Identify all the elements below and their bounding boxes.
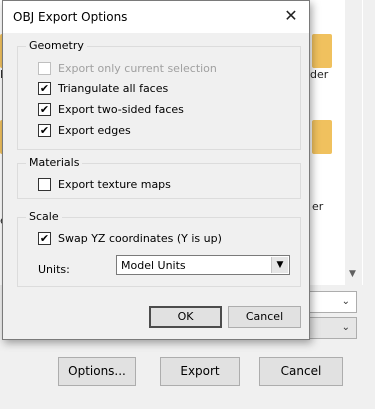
scroll-down-icon[interactable]: ▼	[349, 269, 356, 279]
dialog-title: OBJ Export Options	[13, 10, 128, 24]
options-button[interactable]: Options...	[58, 357, 136, 386]
checkbox-checked[interactable]: ✔	[38, 232, 51, 245]
export-button[interactable]: Export	[160, 357, 240, 386]
materials-legend: Materials	[26, 156, 83, 169]
checkbox-label: Export two-sided faces	[58, 103, 184, 116]
checkbox-label: Export edges	[58, 124, 131, 137]
filename-combo[interactable]: ⌄	[305, 291, 357, 313]
checkbox-checked[interactable]: ✔	[38, 82, 51, 95]
export-edges-option[interactable]: ✔ Export edges	[38, 123, 131, 138]
checkbox-checked[interactable]: ✔	[38, 103, 51, 116]
export-selection-option[interactable]: Export only current selection	[38, 61, 217, 76]
geometry-legend: Geometry	[26, 39, 87, 52]
title-bar[interactable]: OBJ Export Options ✕	[3, 1, 309, 33]
scale-legend: Scale	[26, 210, 62, 223]
texture-maps-option[interactable]: Export texture maps	[38, 177, 171, 192]
checkbox-label: Swap YZ coordinates (Y is up)	[58, 232, 222, 245]
geometry-group: Geometry Export only current selection ✔…	[17, 39, 301, 150]
checkbox[interactable]	[38, 62, 51, 75]
swap-yz-option[interactable]: ✔ Swap YZ coordinates (Y is up)	[38, 231, 222, 246]
units-label: Units:	[38, 263, 70, 276]
materials-group: Materials Export texture maps	[17, 156, 301, 199]
cancel-button[interactable]: Cancel	[228, 306, 301, 328]
folder-label[interactable]: er	[312, 200, 323, 213]
units-select[interactable]: Model Units ▼	[116, 255, 290, 275]
background-cancel-button[interactable]: Cancel	[259, 357, 343, 386]
dropdown-arrow-icon[interactable]: ▼	[271, 257, 288, 273]
checkbox[interactable]	[38, 178, 51, 191]
triangulate-option[interactable]: ✔ Triangulate all faces	[38, 81, 168, 96]
ok-button[interactable]: OK	[149, 306, 222, 328]
obj-export-options-dialog: OBJ Export Options ✕ Geometry Export onl…	[2, 0, 310, 340]
units-value: Model Units	[121, 259, 186, 272]
two-sided-faces-option[interactable]: ✔ Export two-sided faces	[38, 102, 184, 117]
vertical-scrollbar[interactable]: ▼	[345, 0, 362, 285]
chevron-down-icon: ⌄	[341, 322, 350, 333]
folder-label[interactable]: der	[310, 68, 328, 81]
filetype-combo[interactable]: ⌄	[305, 317, 357, 339]
checkbox-checked[interactable]: ✔	[38, 124, 51, 137]
checkbox-label: Triangulate all faces	[58, 82, 169, 95]
scale-group: Scale ✔ Swap YZ coordinates (Y is up) Un…	[17, 210, 301, 287]
folder-icon[interactable]	[312, 34, 332, 68]
horizontal-scrollbar[interactable]	[0, 396, 375, 409]
checkbox-label: Export texture maps	[58, 178, 171, 191]
folder-icon[interactable]	[312, 120, 332, 154]
chevron-down-icon: ⌄	[341, 296, 350, 307]
close-icon[interactable]: ✕	[281, 6, 301, 26]
checkbox-label: Export only current selection	[58, 62, 217, 75]
